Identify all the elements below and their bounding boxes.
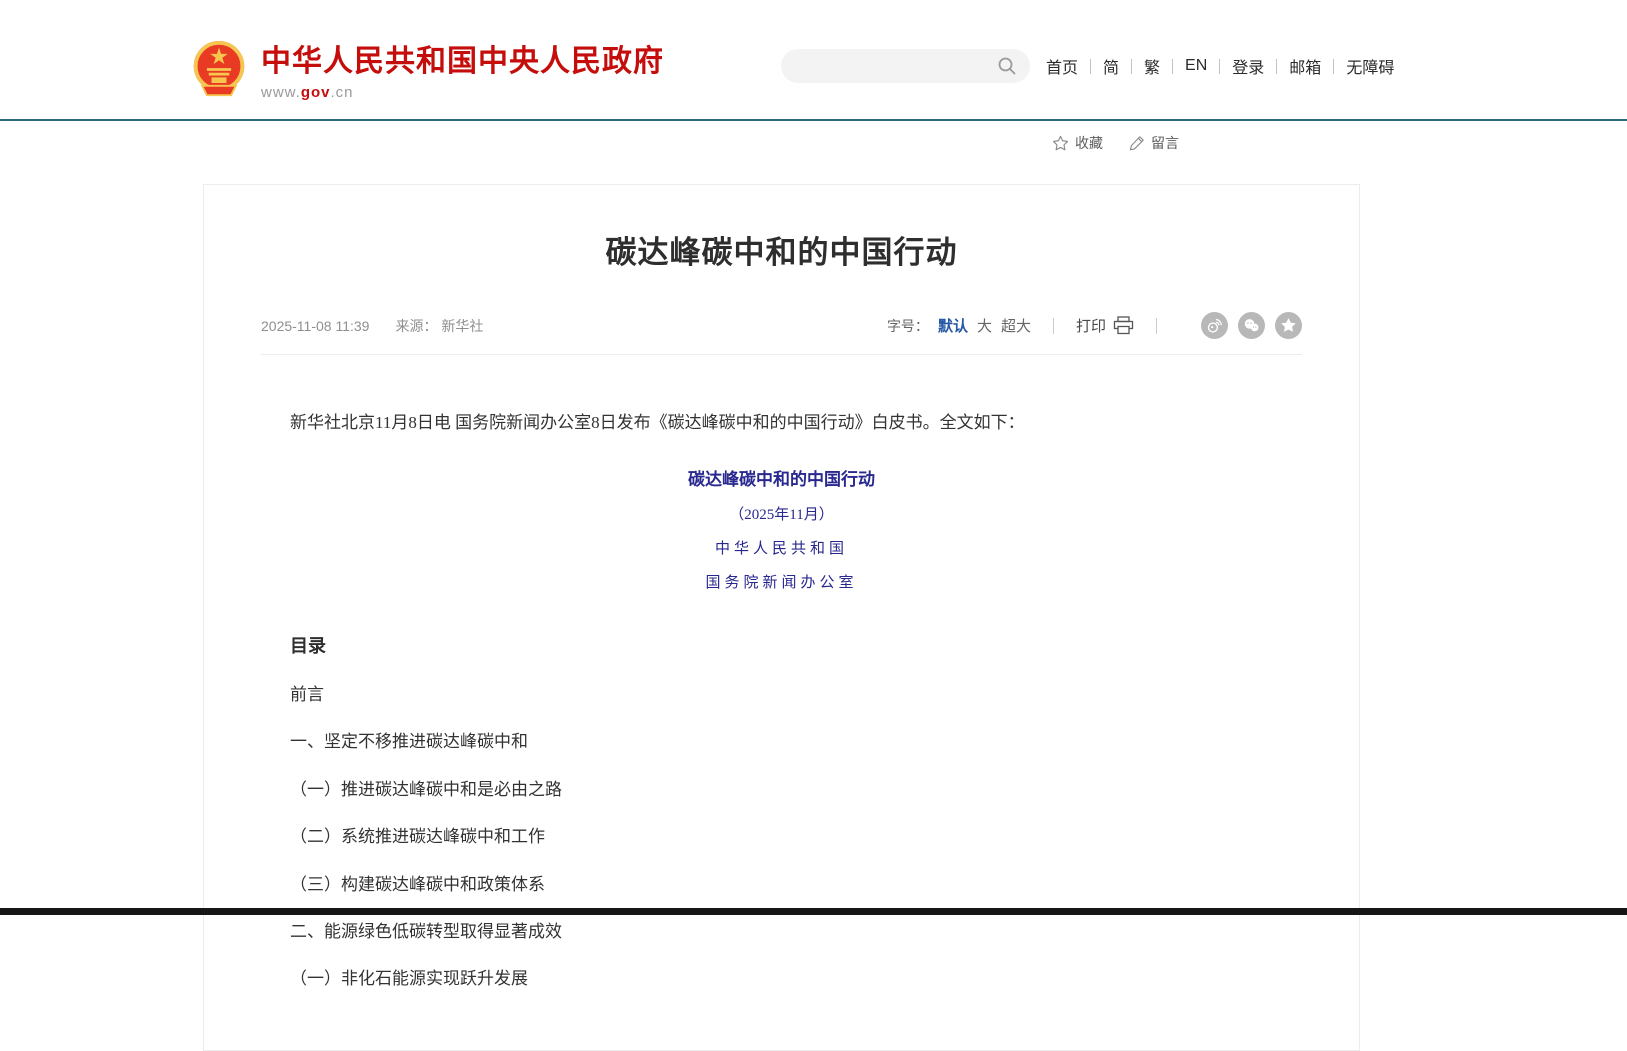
weibo-icon [1205,316,1224,335]
share-more-button[interactable] [1275,312,1302,339]
document-date: （2025年11月） [290,503,1273,524]
share-wechat-button[interactable] [1238,312,1265,339]
nav-separator [1090,59,1091,74]
quick-links: 收藏 留言 [1052,133,1179,153]
subheader: 收藏 留言 [0,121,1627,165]
logo-text: 中华人民共和国中央人民政府 www.gov.cn [261,36,664,101]
nav-separator [1219,59,1220,74]
article-meta-right: 字号： 默认 大 超大 打印 [887,312,1302,339]
article-source: 来源： 新华社 [395,316,483,336]
pencil-icon [1129,135,1145,151]
site-url-cn: .cn [331,84,354,101]
nav-traditional[interactable]: 繁 [1144,54,1160,78]
share-group [1201,312,1302,339]
message-label: 留言 [1151,133,1179,153]
nav-separator [1131,59,1132,74]
font-size-xlarge[interactable]: 超大 [1001,315,1031,336]
wechat-icon [1242,316,1261,335]
print-button[interactable]: 打印 [1076,315,1134,336]
nav-separator [1333,59,1334,74]
font-size-large[interactable]: 大 [977,315,992,336]
search-button[interactable] [994,49,1030,83]
toc-item-section1-2: （二）系统推进碳达峰碳中和工作 [290,827,1273,847]
search-icon [997,56,1017,76]
nav-separator [1276,59,1277,74]
search-input[interactable] [781,49,994,83]
favorite-label: 收藏 [1075,133,1103,153]
share-weibo-button[interactable] [1201,312,1228,339]
top-nav: 首页 简 繁 EN 登录 邮箱 无障碍 [1046,54,1394,78]
font-size-label: 字号： [887,316,929,336]
meta-separator [1053,318,1054,334]
article-body: 新华社北京11月8日电 国务院新闻办公室8日发布《碳达峰碳中和的中国行动》白皮书… [261,409,1302,990]
source-label: 来源： [395,318,437,334]
search-box [781,49,1030,83]
nav-mail[interactable]: 邮箱 [1289,54,1321,78]
print-label: 打印 [1076,315,1106,336]
favorite-link[interactable]: 收藏 [1052,133,1103,153]
printer-icon [1113,316,1134,335]
toc-item-section2: 二、能源绿色低碳转型取得显著成效 [290,922,1273,942]
article-meta-left: 2025-11-08 11:39 来源： 新华社 [261,316,483,336]
star-outline-icon [1052,135,1069,152]
nav-home[interactable]: 首页 [1046,54,1078,78]
article-title: 碳达峰碳中和的中国行动 [261,227,1302,272]
site-url-www: www. [261,84,301,101]
nav-simplified[interactable]: 简 [1103,54,1119,78]
nav-separator [1172,59,1173,74]
nav-accessibility[interactable]: 无障碍 [1346,54,1394,78]
source-value: 新华社 [441,318,483,334]
site-logo[interactable]: 中华人民共和国中央人民政府 www.gov.cn [191,36,664,101]
meta-separator [1156,318,1157,334]
toc-heading: 目录 [290,632,1273,658]
document-title: 碳达峰碳中和的中国行动 [290,465,1273,490]
article-meta-row: 2025-11-08 11:39 来源： 新华社 字号： 默认 大 超大 打印 [261,312,1302,355]
national-emblem-icon [191,39,247,99]
toc-item-section1-3: （三）构建碳达峰碳中和政策体系 [290,875,1273,895]
share-star-icon [1280,317,1297,334]
intro-paragraph: 新华社北京11月8日电 国务院新闻办公室8日发布《碳达峰碳中和的中国行动》白皮书… [290,409,1273,437]
font-size-default[interactable]: 默认 [938,315,968,336]
article-card: 碳达峰碳中和的中国行动 2025-11-08 11:39 来源： 新华社 字号：… [203,184,1360,1051]
toc-item-section1-1: （一）推进碳达峰碳中和是必由之路 [290,780,1273,800]
nav-login[interactable]: 登录 [1232,54,1264,78]
document-org-line2: 国务院新闻办公室 [290,571,1273,592]
document-org-line1: 中华人民共和国 [290,537,1273,558]
toc-item-preface: 前言 [290,685,1273,705]
article-datetime: 2025-11-08 11:39 [261,318,369,334]
toc-item-section2-1: （一）非化石能源实现跃升发展 [290,969,1273,989]
toc-item-section1: 一、坚定不移推进碳达峰碳中和 [290,732,1273,752]
site-url-gov: gov [301,84,331,101]
message-link[interactable]: 留言 [1129,133,1179,153]
bottom-edge-bar [0,908,1627,915]
nav-english[interactable]: EN [1185,57,1207,75]
site-title: 中华人民共和国中央人民政府 [261,36,664,80]
site-header: 中华人民共和国中央人民政府 www.gov.cn 首页 简 繁 EN 登录 邮箱… [0,0,1627,119]
site-url: www.gov.cn [261,84,664,101]
